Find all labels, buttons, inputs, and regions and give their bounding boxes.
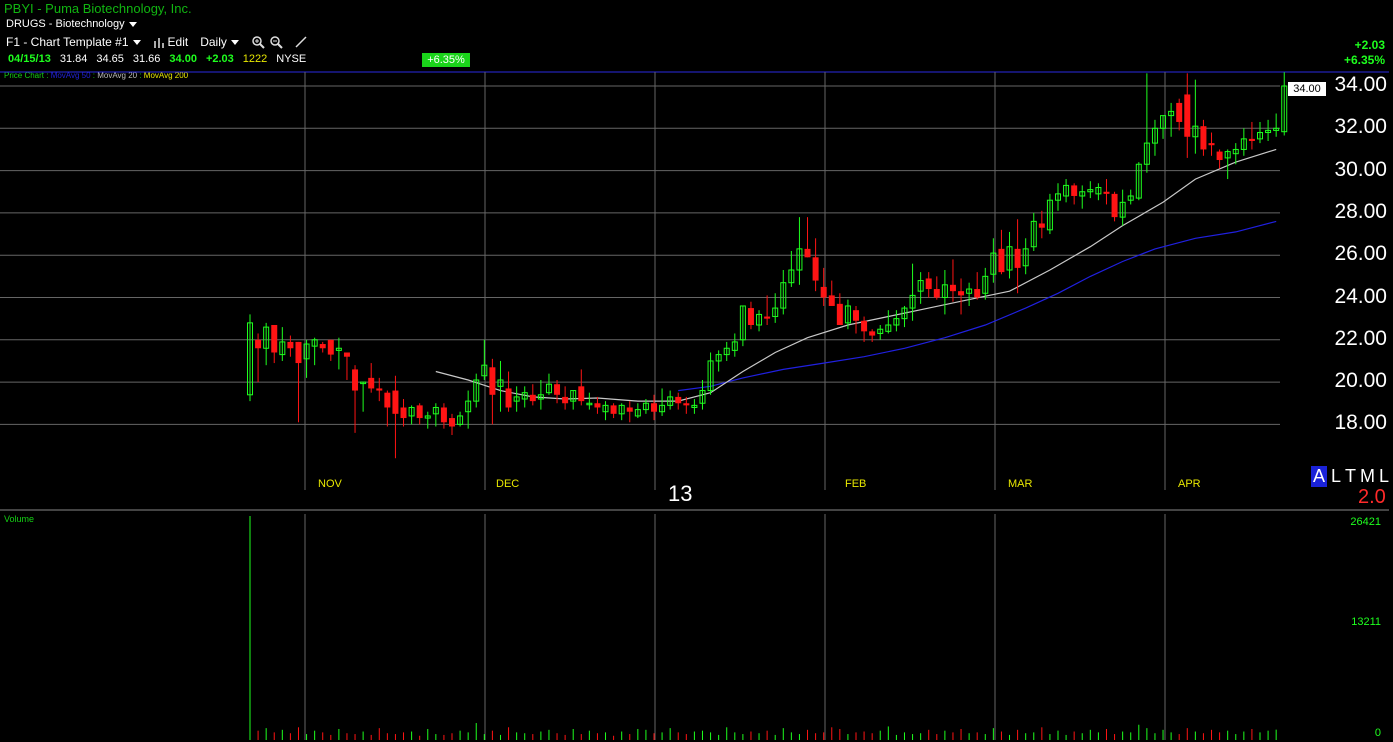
candle-body-down [828, 295, 835, 306]
price-tick: 26.00 [1334, 242, 1387, 266]
last-price-tag: 34.00 [1288, 82, 1326, 96]
month-label: FEB [845, 478, 867, 490]
candle-body-down [1111, 193, 1118, 218]
candle-body-down [1248, 138, 1255, 141]
candle-body-down [295, 341, 302, 364]
volume-tick-mid: 13211 [1351, 616, 1381, 628]
candle-body-down [400, 407, 407, 419]
zoom-value: 2.0 [1358, 486, 1386, 508]
price-tick: 32.00 [1334, 115, 1387, 139]
price-tick: 28.00 [1334, 199, 1387, 223]
candle-body-down [352, 369, 359, 391]
candle-body-down [1208, 143, 1215, 146]
candle-body-down [343, 352, 350, 357]
candle-body-down [747, 308, 754, 325]
candle-body-down [836, 303, 843, 325]
scale-l-button[interactable]: L [1379, 466, 1389, 487]
candle-body-down [764, 316, 771, 319]
candle-body-down [578, 386, 585, 402]
candle-body-down [562, 396, 569, 404]
candle-body-down [594, 403, 601, 408]
candle-body-down [1200, 126, 1207, 150]
candle-body-down [853, 310, 859, 321]
scale-log-button[interactable]: L [1331, 466, 1341, 487]
candle-body-down [319, 344, 326, 349]
candle-body-down [368, 377, 375, 389]
price-tick: 30.00 [1334, 157, 1387, 181]
candle-body-down [1184, 94, 1191, 137]
price-tick: 24.00 [1334, 284, 1387, 308]
candle-body-down [675, 396, 682, 404]
candle-body-down [804, 248, 811, 258]
price-tick: 20.00 [1334, 369, 1387, 393]
volume-label: Volume [4, 514, 35, 524]
candle-body-down [1103, 191, 1110, 194]
month-label: NOV [318, 478, 342, 490]
candle-body-down [384, 392, 391, 408]
candle-body-down [255, 339, 262, 349]
scale-m-button[interactable]: M [1360, 466, 1375, 487]
price-volume-chart[interactable] [0, 0, 1393, 742]
scale-t-button[interactable]: T [1345, 466, 1356, 487]
year-label: 13 [668, 481, 693, 506]
candle-body-down [392, 390, 399, 414]
candle-body-down [376, 388, 383, 391]
candle-body-down [1176, 102, 1183, 122]
candle-body-down [505, 388, 512, 408]
candle-body-down [287, 341, 294, 349]
price-tick: 18.00 [1334, 411, 1387, 435]
month-label: DEC [496, 478, 520, 490]
price-tick: 22.00 [1334, 326, 1387, 350]
candle-body-down [271, 324, 278, 353]
candle-body-down [1216, 151, 1223, 161]
candle-body-down [626, 407, 633, 412]
candle-body-down [933, 289, 940, 298]
candle-body-down [610, 405, 617, 414]
candle-body-down [925, 278, 932, 290]
candle-body-down [416, 405, 423, 419]
candle-body-down [820, 286, 827, 298]
scale-buttons: A L T M L [1311, 466, 1389, 487]
scale-auto-button[interactable]: A [1311, 466, 1328, 487]
candle-body-down [812, 257, 819, 281]
candle-body-down [869, 331, 876, 336]
month-label: MAR [1008, 478, 1033, 490]
candle-body-down [949, 284, 956, 292]
price-tick: 34.00 [1334, 73, 1387, 96]
candle-body-down [683, 403, 690, 406]
candle-body-down [651, 403, 657, 412]
candle-body-down [1071, 185, 1078, 196]
candle-body-down [440, 407, 447, 423]
candle-body-down [974, 289, 981, 298]
candle-body-down [958, 291, 965, 296]
candle-body-down [861, 320, 868, 332]
candle-body-down [449, 418, 455, 427]
candle-body-down [529, 394, 536, 402]
candle-body-down [1014, 248, 1021, 268]
ma50-line [678, 220, 1277, 392]
volume-tick-max: 26421 [1350, 516, 1381, 528]
month-label: APR [1178, 478, 1201, 490]
candle-body-down [327, 339, 334, 355]
volume-tick-zero: 0 [1374, 727, 1381, 739]
candle-body-down [489, 367, 496, 395]
ma20-line [435, 148, 1277, 402]
candle-body-down [998, 248, 1005, 273]
candle-body-down [1038, 223, 1045, 228]
candle-body-down [554, 384, 561, 395]
